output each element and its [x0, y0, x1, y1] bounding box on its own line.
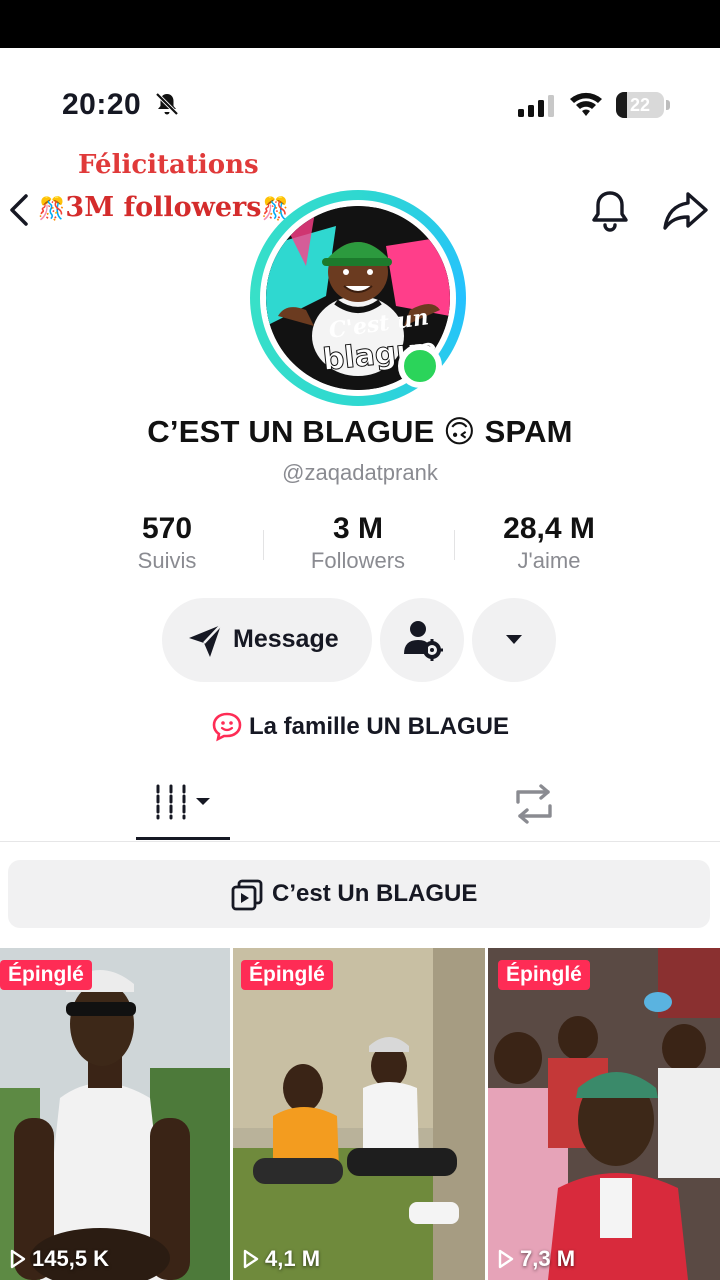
- signal-icon: [518, 95, 554, 117]
- view-count-text: 7,3 M: [520, 1246, 576, 1271]
- stat-following-label: Suivis: [137, 548, 197, 573]
- profile-actions: Message: [162, 598, 562, 682]
- message-button-label: Message: [233, 625, 339, 653]
- confetti-icon: 🎊: [38, 196, 66, 222]
- congrats-title: Félicitations: [78, 150, 259, 180]
- bio-text: La famille UN BLAGUE: [248, 713, 510, 740]
- friend-settings-button[interactable]: [380, 598, 464, 682]
- pinned-badge: Épinglé: [498, 960, 590, 990]
- bio-link[interactable]: La famille UN BLAGUE: [0, 710, 720, 742]
- video-grid: Épinglé 145,5 K Épinglé 4,1 M Épinglé 7,…: [0, 948, 720, 1280]
- battery-icon: 22: [616, 92, 670, 118]
- video-thumbnail: [0, 948, 230, 1280]
- play-icon: [498, 1249, 514, 1269]
- message-button[interactable]: Message: [162, 598, 372, 682]
- video-thumbnail: [488, 948, 720, 1280]
- bell-off-icon: [155, 92, 179, 116]
- playlist-label: C’est Un BLAGUE: [272, 880, 478, 907]
- video-tile[interactable]: Épinglé 7,3 M: [488, 948, 720, 1280]
- playlist-button[interactable]: C’est Un BLAGUE: [8, 860, 710, 928]
- active-tab-indicator: [136, 837, 230, 840]
- group-chat-icon: [212, 712, 242, 742]
- online-status-dot: [398, 344, 442, 388]
- wifi-icon: [570, 92, 602, 116]
- chevron-left-icon[interactable]: [4, 192, 34, 228]
- view-count: 4,1 M: [243, 1246, 320, 1272]
- stat-likes-label: J'aime: [517, 548, 581, 573]
- video-tile[interactable]: Épinglé 4,1 M: [233, 948, 485, 1280]
- view-count-text: 4,1 M: [265, 1246, 321, 1271]
- display-name: C’EST UN BLAGUE 🙃 SPAM: [147, 414, 573, 449]
- pinned-badge: Épinglé: [241, 960, 333, 990]
- play-icon: [243, 1249, 259, 1269]
- repost-icon[interactable]: [510, 782, 558, 826]
- more-options-button[interactable]: [472, 598, 556, 682]
- status-bar: 20:20 22: [0, 48, 720, 158]
- stat-following-count: 570: [141, 512, 193, 545]
- caret-down-icon: [506, 635, 522, 644]
- play-icon: [10, 1249, 26, 1269]
- stat-followers-label: Followers: [310, 548, 406, 573]
- avatar[interactable]: C'est un blague: [250, 190, 466, 406]
- playlist-icon: [231, 879, 263, 911]
- view-count: 145,5 K: [10, 1246, 109, 1272]
- battery-level: 22: [629, 95, 651, 115]
- profile-tabs: [0, 770, 720, 842]
- bell-icon[interactable]: [586, 186, 634, 234]
- send-icon: [189, 624, 222, 657]
- top-black-bar: [0, 0, 720, 48]
- status-time: 20:20: [62, 88, 142, 121]
- congrats-subtitle-text: 3M followers: [65, 192, 262, 223]
- video-thumbnail: [233, 948, 485, 1280]
- stat-followers[interactable]: 3 M Followers: [263, 512, 453, 574]
- view-count: 7,3 M: [498, 1246, 575, 1272]
- profile-stats: 570 Suivis 3 M Followers 28,4 M J'aime: [72, 512, 648, 582]
- view-count-text: 145,5 K: [32, 1246, 110, 1271]
- video-grid-icon: [156, 784, 210, 820]
- video-tile[interactable]: Épinglé 145,5 K: [0, 948, 230, 1280]
- stat-likes[interactable]: 28,4 M J'aime: [454, 512, 644, 574]
- username: @zaqadatprank: [282, 460, 438, 485]
- user-gear-icon: [404, 621, 443, 661]
- pinned-badge: Épinglé: [0, 960, 92, 990]
- stat-likes-count: 28,4 M: [503, 512, 595, 545]
- tab-videos[interactable]: [136, 770, 230, 842]
- share-icon[interactable]: [660, 186, 710, 234]
- stat-following[interactable]: 570 Suivis: [72, 512, 262, 574]
- stat-followers-count: 3 M: [332, 512, 383, 545]
